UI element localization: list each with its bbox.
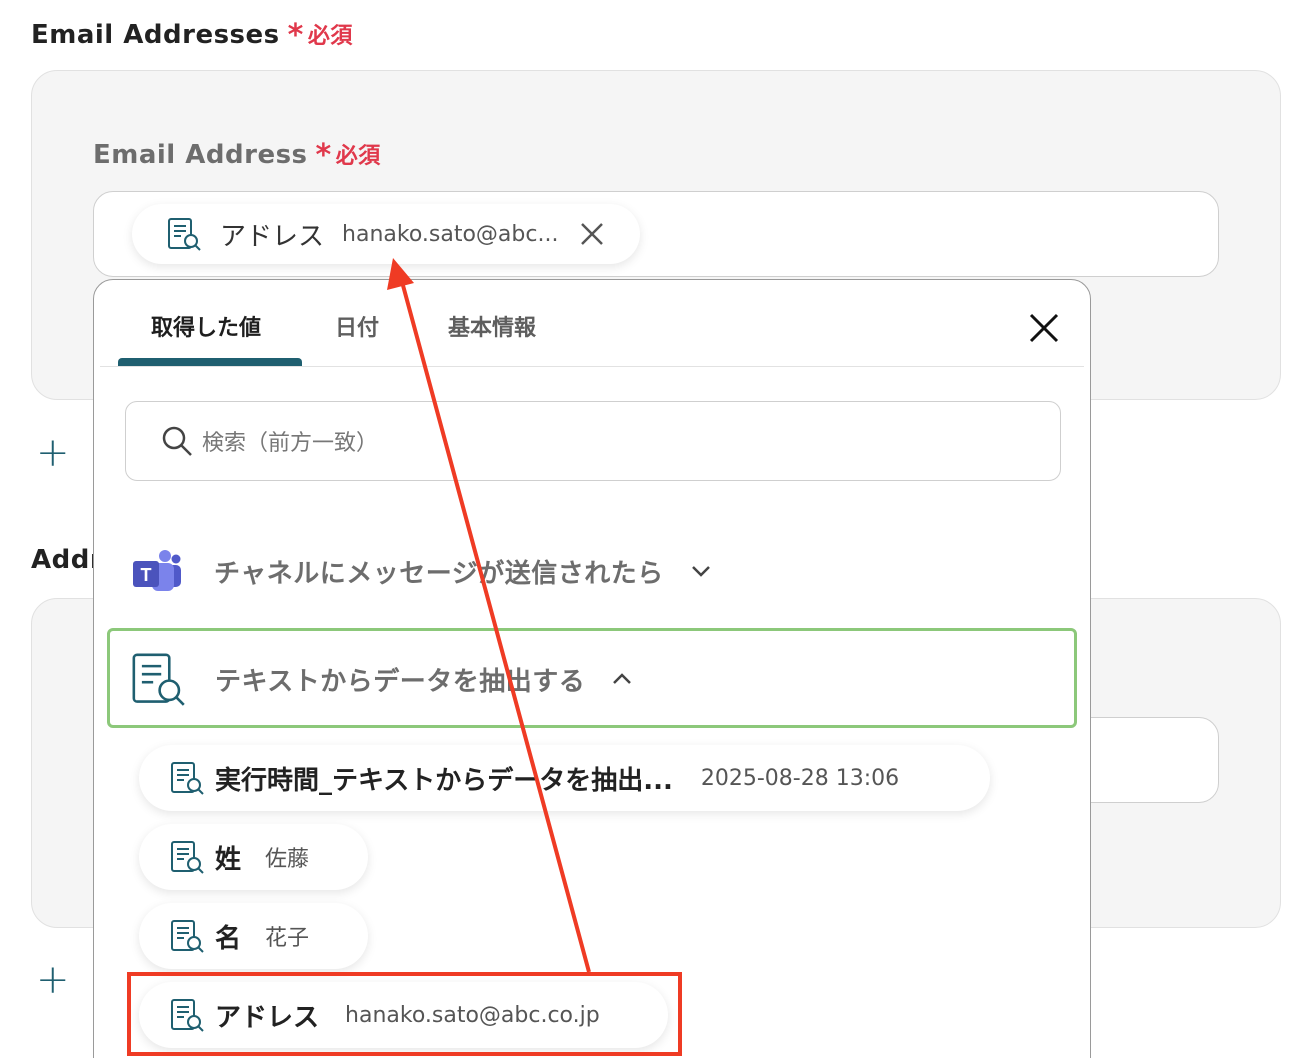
text-extract-icon bbox=[171, 762, 204, 795]
search-input[interactable]: 検索（前方一致） bbox=[125, 401, 1061, 481]
search-placeholder: 検索（前方一致） bbox=[202, 431, 379, 456]
item-value: 佐藤 bbox=[265, 847, 310, 872]
required-text: 必須 bbox=[335, 144, 381, 169]
tab-acquired-values[interactable]: 取得した値 bbox=[151, 310, 261, 342]
search-icon bbox=[162, 426, 192, 456]
group-title: チャネルにメッセージが送信されたら bbox=[214, 558, 664, 589]
item-name: 姓 bbox=[215, 844, 242, 875]
chip-name: アドレス bbox=[220, 221, 325, 252]
text-extract-icon bbox=[132, 653, 185, 706]
tab-divider bbox=[100, 366, 1084, 367]
text-extract-icon bbox=[168, 218, 201, 251]
group-text-extract-trigger[interactable]: テキストからデータを抽出する bbox=[129, 650, 635, 708]
list-item[interactable]: 実行時間_テキストからデータを抽出... 2025-08-28 13:06 bbox=[139, 745, 990, 811]
tab-date[interactable]: 日付 bbox=[335, 310, 379, 342]
chevron-down-icon bbox=[691, 566, 710, 577]
chevron-up-icon bbox=[613, 673, 632, 684]
text-extract-icon bbox=[171, 841, 204, 874]
value-picker-popup: 取得した値 日付 基本情報 検索（前方一致） T チャネルにメッセージが送信され… bbox=[93, 279, 1091, 1058]
list-item[interactable]: 名 花子 bbox=[139, 903, 368, 969]
item-name: 名 bbox=[215, 923, 242, 954]
email-addresses-label-text: Email Addresses bbox=[31, 20, 280, 50]
teams-icon: T bbox=[133, 550, 181, 591]
svg-text:T: T bbox=[141, 565, 152, 585]
item-value: 花子 bbox=[265, 926, 310, 951]
add-item-button[interactable]: + bbox=[36, 433, 70, 473]
item-value: 2025-08-28 13:06 bbox=[700, 765, 900, 791]
text-extract-icon bbox=[171, 920, 204, 953]
email-address-label: Email Address * 必須 bbox=[93, 138, 381, 173]
add-item-button[interactable]: + bbox=[36, 960, 70, 1000]
required-asterisk-icon: * bbox=[315, 138, 332, 173]
item-name: 実行時間_テキストからデータを抽出... bbox=[215, 765, 673, 796]
selected-value-chip[interactable]: アドレス hanako.sato@abc... bbox=[132, 204, 640, 264]
email-addresses-label: Email Addresses * 必須 bbox=[31, 18, 353, 53]
required-asterisk-icon: * bbox=[287, 18, 304, 53]
email-address-label-text: Email Address bbox=[93, 140, 308, 170]
close-icon[interactable] bbox=[1028, 312, 1060, 344]
required-text: 必須 bbox=[307, 24, 353, 49]
list-item[interactable]: 姓 佐藤 bbox=[139, 824, 368, 890]
chip-value: hanako.sato@abc... bbox=[342, 221, 559, 247]
group-teams-trigger[interactable]: T チャネルにメッセージが送信されたら bbox=[132, 548, 714, 594]
tab-basic-info[interactable]: 基本情報 bbox=[448, 310, 536, 342]
annotation-highlight-box bbox=[127, 972, 682, 1056]
active-tab-indicator bbox=[118, 358, 302, 366]
close-icon[interactable] bbox=[578, 220, 606, 248]
group-title: テキストからデータを抽出する bbox=[215, 666, 586, 697]
